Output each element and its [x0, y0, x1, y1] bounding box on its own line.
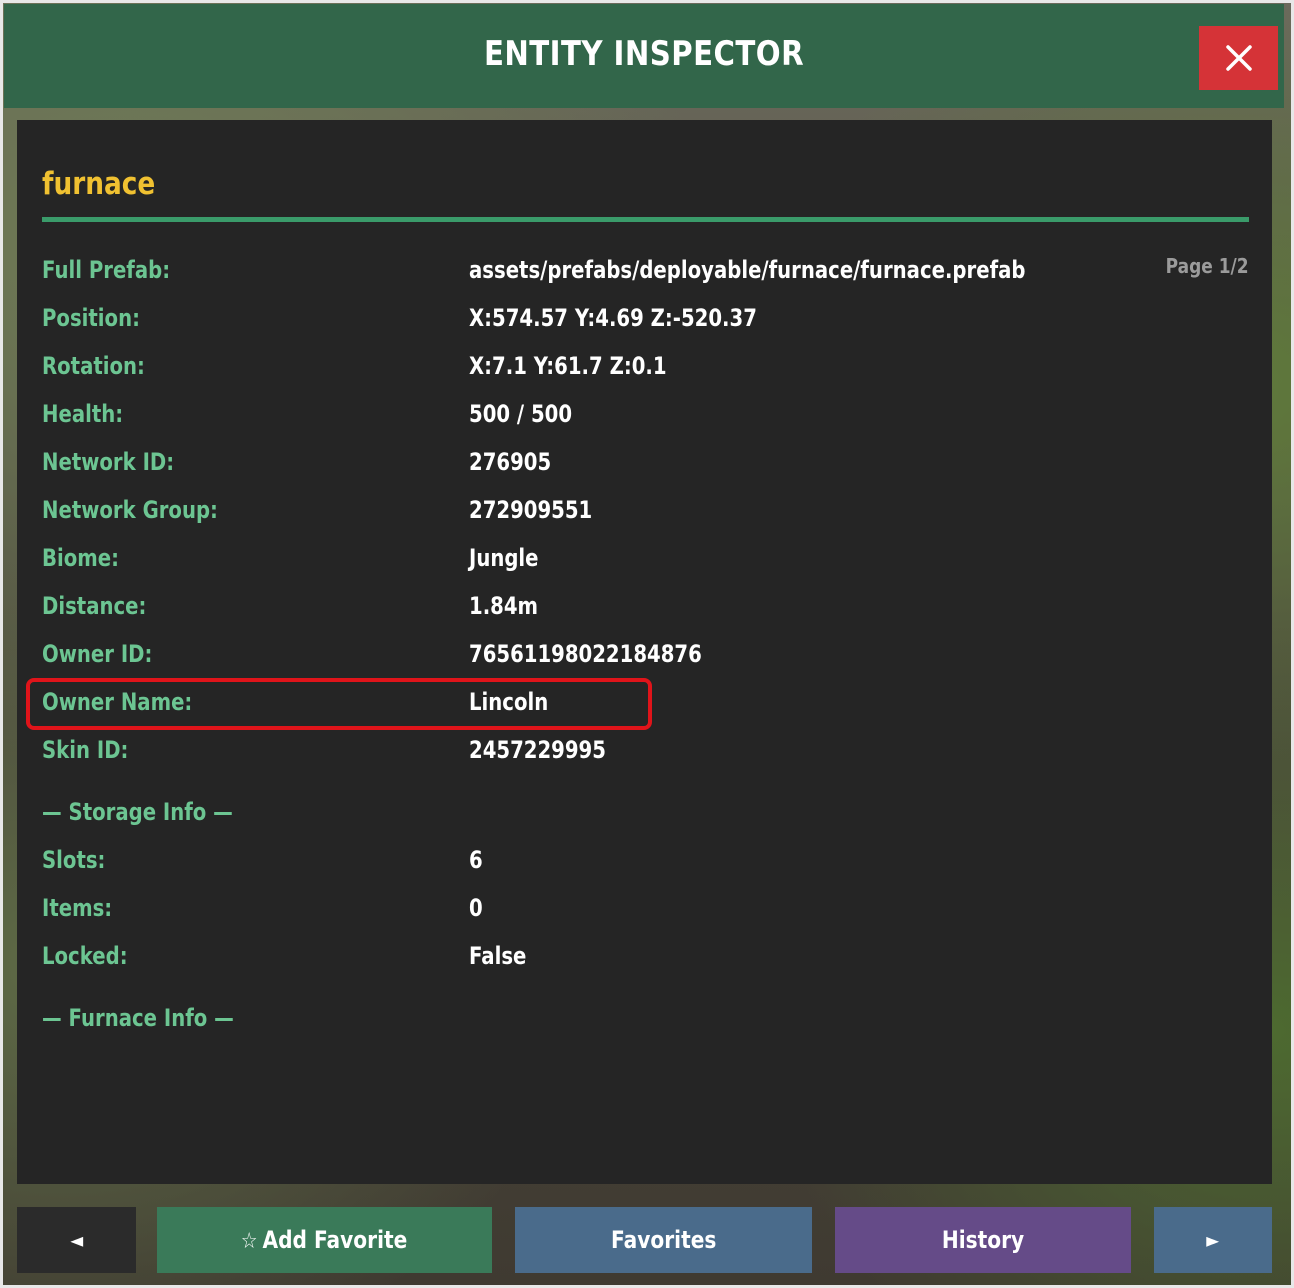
property-row-owner-name: Owner Name: Lincoln: [42, 684, 942, 720]
bottom-nav-bar: ◄ ☆ Add Favorite Favorites History ►: [17, 1207, 1272, 1273]
property-row-slots: Slots: 6: [42, 842, 942, 878]
add-favorite-label: ☆ Add Favorite: [241, 1226, 407, 1254]
prev-page-button[interactable]: ◄: [17, 1207, 136, 1273]
property-value: 276905: [469, 448, 552, 476]
property-label: Rotation:: [42, 352, 145, 380]
close-icon: [1225, 45, 1252, 71]
entity-name: furnace: [42, 166, 156, 202]
property-value: X:574.57 Y:4.69 Z:-520.37: [469, 304, 757, 332]
property-label: Health:: [42, 400, 124, 428]
arrow-right-icon: ►: [1206, 1228, 1220, 1252]
inspector-panel: furnace Page 1/2 Full Prefab: assets/pre…: [17, 120, 1272, 1184]
property-row-skin-id: Skin ID: 2457229995: [42, 732, 942, 768]
window-title: ENTITY INSPECTOR: [483, 34, 805, 74]
property-row-full-prefab: Full Prefab: assets/prefabs/deployable/f…: [42, 252, 1025, 288]
property-value: 1.84m: [469, 592, 539, 620]
title-divider: [42, 217, 1249, 222]
property-value: 272909551: [469, 496, 593, 524]
property-label: Full Prefab:: [42, 256, 171, 284]
property-row-locked: Locked: False: [42, 938, 942, 974]
property-value: 6: [469, 846, 483, 874]
property-value: 2457229995: [469, 736, 606, 764]
property-row-owner-id: Owner ID: 76561198022184876: [42, 636, 942, 672]
property-value: False: [469, 942, 527, 970]
property-label: Distance:: [42, 592, 147, 620]
property-row-biome: Biome: Jungle: [42, 540, 942, 576]
property-label: Biome:: [42, 544, 119, 572]
property-row-rotation: Rotation: X:7.1 Y:61.7 Z:0.1: [42, 348, 942, 384]
add-favorite-text: Add Favorite: [262, 1226, 408, 1254]
page-indicator: Page 1/2: [1166, 254, 1249, 278]
property-label: Owner Name:: [42, 688, 193, 716]
property-label: Owner ID:: [42, 640, 153, 668]
property-label: Network Group:: [42, 496, 218, 524]
property-value: Lincoln: [469, 688, 549, 716]
property-row-distance: Distance: 1.84m: [42, 588, 942, 624]
property-value: 76561198022184876: [469, 640, 702, 668]
section-title: — Furnace Info —: [42, 1004, 234, 1032]
property-value: assets/prefabs/deployable/furnace/furnac…: [469, 256, 1026, 284]
property-row-network-group: Network Group: 272909551: [42, 492, 942, 528]
star-icon: ☆: [241, 1229, 258, 1254]
next-page-button[interactable]: ►: [1154, 1207, 1272, 1273]
property-label: Items:: [42, 894, 113, 922]
property-label: Locked:: [42, 942, 128, 970]
property-value: X:7.1 Y:61.7 Z:0.1: [469, 352, 667, 380]
furnace-info-section: — Furnace Info —: [42, 1000, 942, 1036]
property-label: Slots:: [42, 846, 106, 874]
close-button[interactable]: [1199, 26, 1278, 90]
property-label: Skin ID:: [42, 736, 129, 764]
arrow-left-icon: ◄: [70, 1228, 83, 1252]
title-bar: ENTITY INSPECTOR: [4, 4, 1284, 108]
property-value: 0: [469, 894, 483, 922]
property-row-network-id: Network ID: 276905: [42, 444, 942, 480]
property-value: 500 / 500: [469, 400, 573, 428]
property-row-items: Items: 0: [42, 890, 942, 926]
add-favorite-button[interactable]: ☆ Add Favorite: [157, 1207, 492, 1273]
favorites-button[interactable]: Favorites: [515, 1207, 812, 1273]
storage-info-section: — Storage Info —: [42, 794, 942, 830]
property-label: Position:: [42, 304, 140, 332]
property-row-health: Health: 500 / 500: [42, 396, 942, 432]
favorites-label: Favorites: [610, 1226, 717, 1254]
property-row-position: Position: X:574.57 Y:4.69 Z:-520.37: [42, 300, 942, 336]
property-value: Jungle: [469, 544, 539, 572]
section-title: — Storage Info —: [42, 798, 233, 826]
property-label: Network ID:: [42, 448, 175, 476]
history-label: History: [941, 1226, 1025, 1254]
history-button[interactable]: History: [835, 1207, 1131, 1273]
